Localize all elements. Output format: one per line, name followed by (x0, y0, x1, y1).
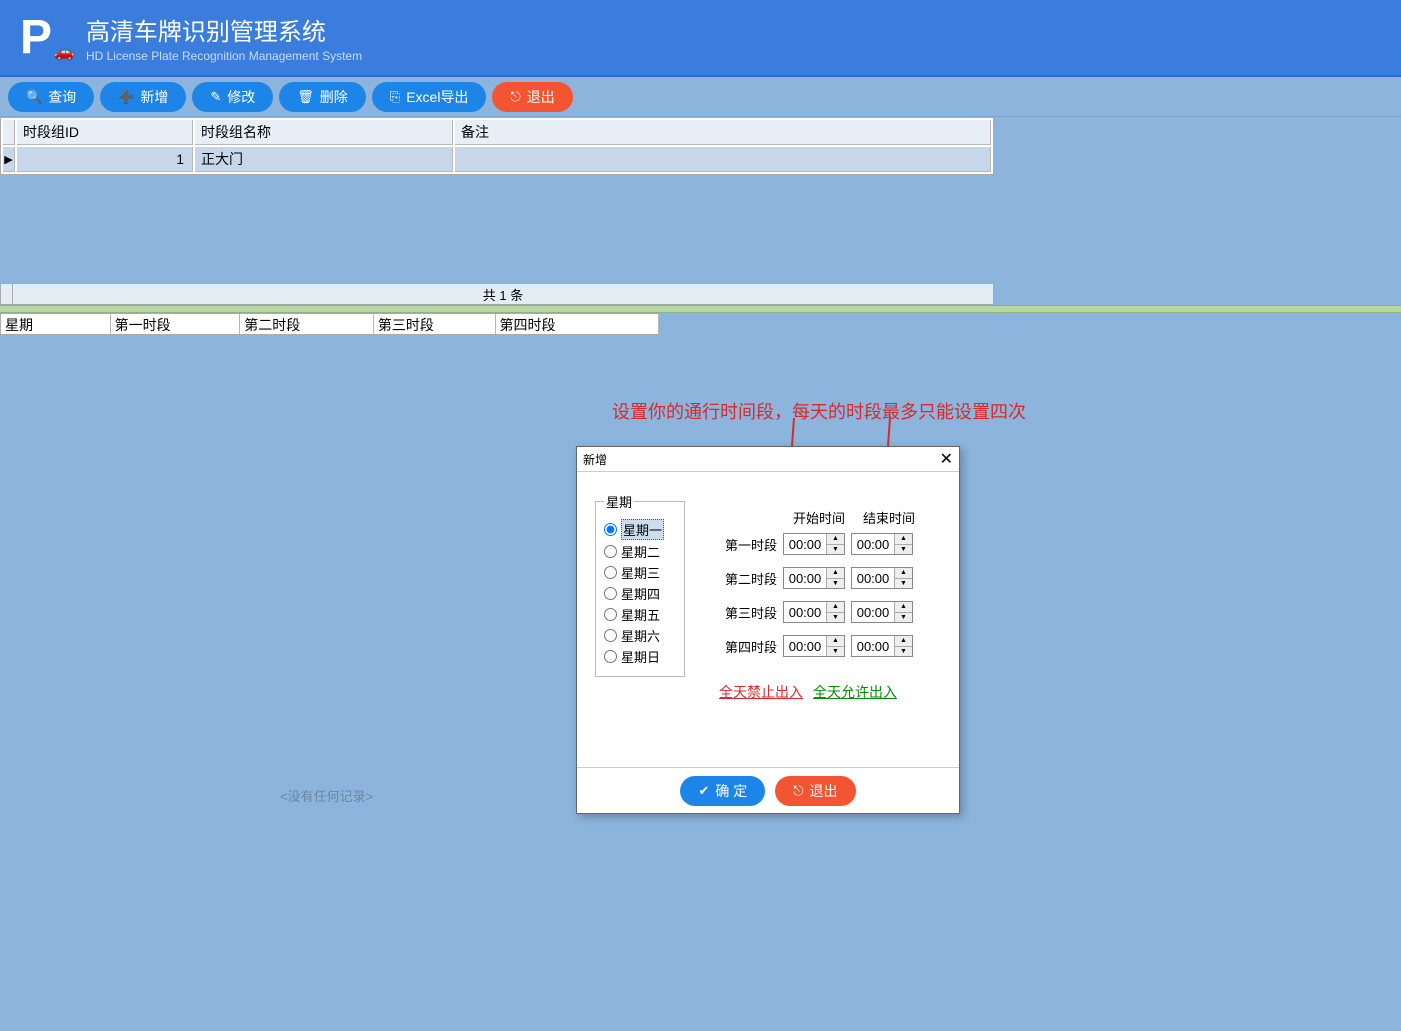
exit-button[interactable]: ⎋退出 (492, 82, 572, 112)
period-row-4: 第四时段 ▲▼ ▲▼ (711, 635, 923, 657)
edit-icon: ✎ (210, 89, 221, 105)
weekday-tue[interactable]: 星期二 (604, 542, 676, 561)
forbid-all-link[interactable]: 全天禁止出入 (719, 682, 803, 702)
p3-end-input[interactable]: ▲▼ (851, 601, 913, 623)
col-note-header[interactable]: 备注 (455, 120, 991, 145)
time-grid: 开始时间 结束时间 第一时段 ▲▼ ▲▼ 第二时段 ▲▼ ▲▼ 第三时段 ▲▼ … (711, 508, 923, 669)
table-row[interactable]: ▶ 1 正大门 (3, 147, 991, 172)
add-button[interactable]: ➕新增 (100, 82, 186, 112)
schedule-header: 星期 第一时段 第二时段 第三时段 第四时段 (0, 313, 660, 335)
count-label: 共 1 条 (13, 285, 993, 304)
export-button[interactable]: ⎘Excel导出 (372, 82, 487, 112)
weekday-sun[interactable]: 星期日 (604, 647, 676, 666)
search-icon: 🔍 (26, 89, 42, 105)
col-id-header[interactable]: 时段组ID (17, 120, 193, 145)
edit-button[interactable]: ✎修改 (192, 82, 273, 112)
sched-col-p1[interactable]: 第一时段 (111, 314, 241, 334)
app-title: 高清车牌识别管理系统 (86, 12, 362, 47)
weekday-thu[interactable]: 星期四 (604, 584, 676, 603)
up-icon[interactable]: ▲ (895, 602, 912, 613)
divider (0, 305, 1401, 313)
dialog-title: 新增 (583, 451, 607, 468)
p4-start-input[interactable]: ▲▼ (783, 635, 845, 657)
weekday-group: 星期 星期一 星期二 星期三 星期四 星期五 星期六 星期日 (595, 492, 685, 677)
p4-end-input[interactable]: ▲▼ (851, 635, 913, 657)
down-icon[interactable]: ▼ (827, 545, 844, 555)
dialog-exit-button[interactable]: ⎋退出 (775, 776, 855, 806)
weekday-sat[interactable]: 星期六 (604, 626, 676, 645)
annotation-text: 设置你的通行时间段，每天的时段最多只能设置四次 (612, 398, 1026, 424)
down-icon[interactable]: ▼ (827, 613, 844, 623)
allow-all-link[interactable]: 全天允许出入 (813, 682, 897, 702)
weekday-wed[interactable]: 星期三 (604, 563, 676, 582)
up-icon[interactable]: ▲ (895, 636, 912, 647)
end-time-label: 结束时间 (855, 508, 923, 527)
close-icon[interactable]: ✕ (940, 449, 953, 469)
col-name-header[interactable]: 时段组名称 (195, 120, 453, 145)
weekday-legend: 星期 (604, 492, 634, 511)
count-bar: 共 1 条 (0, 283, 994, 305)
down-icon[interactable]: ▼ (895, 613, 912, 623)
p2-start-input[interactable]: ▲▼ (783, 567, 845, 589)
toolbar: 🔍查询 ➕新增 ✎修改 🗑删除 ⎘Excel导出 ⎋退出 (0, 77, 1401, 117)
period-row-1: 第一时段 ▲▼ ▲▼ (711, 533, 923, 555)
group-table: 时段组ID 时段组名称 备注 ▶ 1 正大门 (0, 117, 994, 175)
dialog-titlebar[interactable]: 新增 ✕ (577, 447, 959, 472)
cell-note (455, 147, 991, 172)
down-icon[interactable]: ▼ (895, 647, 912, 657)
sched-col-p4[interactable]: 第四时段 (496, 314, 660, 334)
sched-col-p3[interactable]: 第三时段 (374, 314, 496, 334)
app-header: P 🚗 高清车牌识别管理系统 HD License Plate Recognit… (0, 0, 1401, 77)
down-icon[interactable]: ▼ (827, 647, 844, 657)
p2-end-input[interactable]: ▲▼ (851, 567, 913, 589)
p1-end-input[interactable]: ▲▼ (851, 533, 913, 555)
up-icon[interactable]: ▲ (827, 602, 844, 613)
row-pointer-icon: ▶ (3, 147, 15, 172)
weekday-fri[interactable]: 星期五 (604, 605, 676, 624)
add-dialog: 新增 ✕ 星期 星期一 星期二 星期三 星期四 星期五 星期六 星期日 开始时间… (576, 446, 960, 814)
weekday-mon[interactable]: 星期一 (604, 519, 676, 540)
start-time-label: 开始时间 (783, 508, 855, 527)
down-icon[interactable]: ▼ (895, 545, 912, 555)
check-icon: ✔ (698, 783, 709, 799)
delete-button[interactable]: 🗑删除 (279, 82, 366, 112)
p1-start-input[interactable]: ▲▼ (783, 533, 845, 555)
app-subtitle: HD License Plate Recognition Management … (86, 49, 362, 63)
logo-p-icon: P (20, 14, 52, 62)
down-icon[interactable]: ▼ (895, 579, 912, 589)
cell-id: 1 (17, 147, 193, 172)
up-icon[interactable]: ▲ (895, 534, 912, 545)
p3-start-input[interactable]: ▲▼ (783, 601, 845, 623)
no-record-label: <没有任何记录> (280, 786, 373, 805)
up-icon[interactable]: ▲ (827, 636, 844, 647)
sched-col-weekday[interactable]: 星期 (1, 314, 111, 334)
search-button[interactable]: 🔍查询 (8, 82, 94, 112)
sched-col-p2[interactable]: 第二时段 (240, 314, 374, 334)
exit-icon: ⎋ (510, 89, 520, 105)
logo: P 🚗 高清车牌识别管理系统 HD License Plate Recognit… (20, 12, 362, 63)
dialog-footer: ✔确 定 ⎋退出 (577, 767, 959, 813)
excel-icon: ⎘ (390, 89, 400, 105)
car-icon: 🚗 (54, 42, 74, 62)
up-icon[interactable]: ▲ (827, 534, 844, 545)
ok-button[interactable]: ✔确 定 (680, 776, 765, 806)
down-icon[interactable]: ▼ (827, 579, 844, 589)
trash-icon: 🗑 (297, 89, 314, 105)
period-row-2: 第二时段 ▲▼ ▲▼ (711, 567, 923, 589)
plus-icon: ➕ (118, 89, 134, 105)
up-icon[interactable]: ▲ (827, 568, 844, 579)
cell-name: 正大门 (195, 147, 453, 172)
exit-icon: ⎋ (793, 783, 803, 799)
up-icon[interactable]: ▲ (895, 568, 912, 579)
period-row-3: 第三时段 ▲▼ ▲▼ (711, 601, 923, 623)
